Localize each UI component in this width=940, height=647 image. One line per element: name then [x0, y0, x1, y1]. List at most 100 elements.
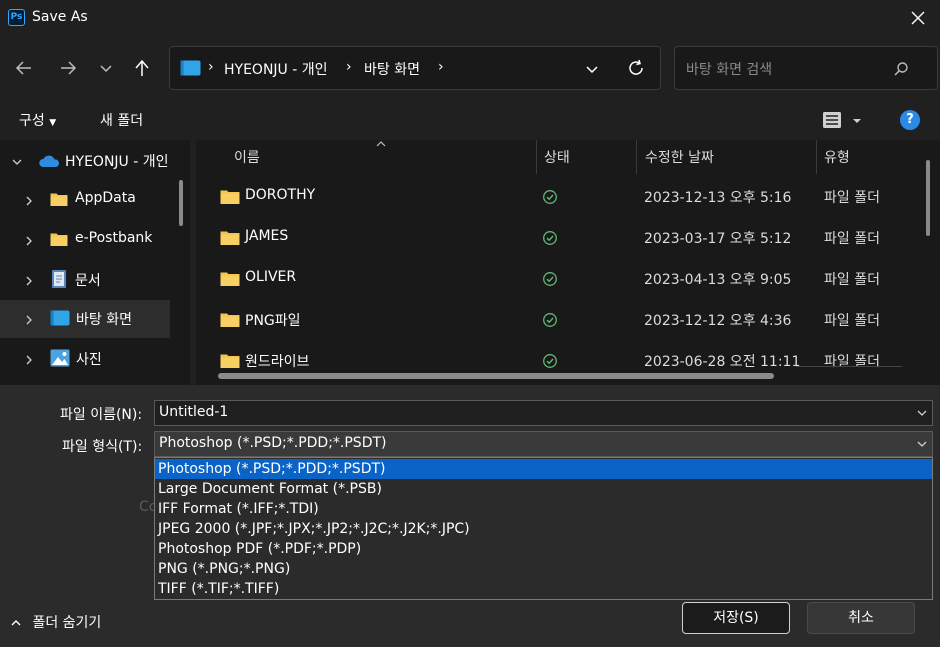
filetype-select[interactable]: Photoshop (*.PSD;*.PDD;*.PSDT) — [154, 431, 933, 457]
column-header-name[interactable]: 이름 — [234, 147, 260, 167]
chevron-right-icon[interactable] — [24, 313, 34, 325]
desktop-icon — [50, 310, 70, 326]
nav-item-label: e-Postbank — [75, 230, 153, 246]
filetype-option[interactable]: JPEG 2000 (*.JPF;*.JPX;*.JP2;*.J2C;*.J2K… — [155, 519, 932, 539]
chevron-right-icon[interactable] — [24, 353, 34, 365]
breadcrumb-desktop[interactable]: 바탕 화면 — [364, 59, 420, 79]
file-row[interactable]: DOROTHY 2023-12-13 오후 5:16 파일 폴더 — [196, 177, 916, 218]
nav-item-label: HYEONJU - 개인 — [65, 154, 169, 170]
filename-label: 파일 이름(N): — [60, 407, 143, 423]
filetype-option[interactable]: PNG (*.PNG;*.PNG) — [155, 559, 932, 579]
folder-icon — [50, 231, 68, 247]
nav-item-desktop[interactable]: 바탕 화면 — [0, 300, 170, 338]
chevron-right-icon[interactable] — [24, 274, 34, 286]
file-list: 이름 상태 수정한 날짜 유형 DOROTHY 2023-12-13 오후 5:… — [196, 140, 940, 385]
breadcrumb-onedrive[interactable]: HYEONJU - 개인 — [224, 59, 328, 79]
search-icon[interactable] — [893, 61, 909, 81]
recent-locations-chevron-icon[interactable] — [92, 54, 120, 82]
save-button[interactable]: 저장(S) — [682, 602, 790, 634]
file-row[interactable]: OLIVER 2023-04-13 오후 9:05 파일 폴더 — [196, 259, 916, 300]
filename-value[interactable]: Untitled-1 — [159, 404, 228, 420]
command-bar: 구성 ▼ 새 폴더 ? — [0, 100, 940, 140]
synced-check-icon — [543, 354, 557, 368]
search-box[interactable]: 바탕 화면 검색 — [674, 46, 938, 90]
file-name: 원드라이브 — [245, 354, 310, 370]
folder-icon — [220, 230, 240, 246]
chevron-down-icon[interactable] — [916, 407, 928, 423]
file-list-horizontal-scrollbar[interactable] — [218, 373, 774, 379]
forward-arrow-icon[interactable] — [54, 54, 82, 82]
navigation-bar: › HYEONJU - 개인 › 바탕 화면 › 바탕 화면 검색 — [0, 36, 940, 100]
breadcrumb-separator[interactable]: › — [438, 59, 444, 75]
file-type: 파일 폴더 — [824, 313, 880, 329]
column-header-type[interactable]: 유형 — [824, 147, 850, 167]
filetype-option[interactable]: Photoshop (*.PSD;*.PDD;*.PSDT) — [155, 459, 932, 479]
file-name: OLIVER — [245, 269, 297, 285]
filetype-dropdown-list: Photoshop (*.PSD;*.PDD;*.PSDT) Large Doc… — [154, 457, 933, 600]
address-bar[interactable]: › HYEONJU - 개인 › 바탕 화면 › — [169, 46, 661, 90]
file-date: 2023-12-12 오후 4:36 — [644, 313, 792, 329]
file-date: 2023-04-13 오후 9:05 — [644, 272, 792, 288]
filetype-option[interactable]: Large Document Format (*.PSB) — [155, 479, 932, 499]
nav-item-appdata[interactable]: AppData — [0, 181, 170, 219]
filetype-label: 파일 형식(T): — [62, 439, 143, 455]
column-header-date[interactable]: 수정한 날짜 — [645, 147, 714, 167]
nav-item-onedrive[interactable]: HYEONJU - 개인 — [0, 142, 170, 180]
address-history-chevron-icon[interactable] — [584, 61, 600, 81]
chevron-down-icon[interactable] — [916, 438, 928, 454]
navigation-pane: HYEONJU - 개인 AppData e-Postbank 문서 바탕 화면… — [0, 140, 190, 385]
file-name: PNG파일 — [245, 313, 301, 329]
file-type: 파일 폴더 — [824, 272, 880, 288]
back-arrow-icon[interactable] — [10, 54, 38, 82]
column-header-status[interactable]: 상태 — [544, 147, 570, 167]
file-name: DOROTHY — [245, 187, 316, 203]
file-type: 파일 폴더 — [824, 190, 880, 206]
cancel-button[interactable]: 취소 — [807, 602, 915, 634]
organize-button[interactable]: 구성 ▼ — [19, 110, 56, 130]
nav-item-epostbank[interactable]: e-Postbank — [0, 221, 170, 259]
file-name: JAMES — [245, 228, 289, 244]
filename-input[interactable]: Untitled-1 — [154, 400, 933, 426]
filetype-option[interactable]: TIFF (*.TIF;*.TIFF) — [155, 579, 932, 599]
synced-check-icon — [543, 190, 557, 204]
nav-item-pictures[interactable]: 사진 — [0, 340, 170, 378]
photoshop-app-icon: Ps — [8, 9, 25, 26]
close-icon[interactable] — [906, 6, 930, 30]
file-row[interactable]: PNG파일 2023-12-12 오후 4:36 파일 폴더 — [196, 300, 916, 341]
chevron-down-icon[interactable] — [12, 155, 22, 165]
filetype-option[interactable]: Photoshop PDF (*.PDF;*.PDP) — [155, 539, 932, 559]
filetype-option[interactable]: IFF Format (*.IFF;*.TDI) — [155, 499, 932, 519]
help-icon[interactable]: ? — [900, 110, 920, 130]
new-folder-button[interactable]: 새 폴더 — [100, 110, 143, 130]
file-date: 2023-12-13 오후 5:16 — [644, 190, 792, 206]
file-type: 파일 폴더 — [824, 231, 880, 247]
breadcrumb-separator[interactable]: › — [346, 59, 352, 75]
file-list-vertical-scrollbar[interactable] — [926, 160, 930, 236]
nav-item-label: 바탕 화면 — [76, 312, 132, 328]
folder-icon — [50, 191, 68, 207]
filetype-value: Photoshop (*.PSD;*.PDD;*.PSDT) — [159, 435, 387, 451]
file-row[interactable]: JAMES 2023-03-17 오후 5:12 파일 폴더 — [196, 218, 916, 259]
chevron-right-icon[interactable] — [24, 194, 34, 206]
onedrive-cloud-icon — [38, 154, 60, 170]
refresh-icon[interactable] — [626, 58, 646, 82]
nav-pane-scrollbar[interactable] — [179, 180, 183, 226]
sort-ascending-icon — [376, 141, 386, 147]
column-divider[interactable] — [636, 140, 637, 174]
synced-check-icon — [543, 313, 557, 327]
desktop-folder-icon — [180, 60, 201, 76]
nav-item-documents[interactable]: 문서 — [0, 261, 170, 299]
chevron-right-icon[interactable] — [24, 234, 34, 246]
pictures-icon — [50, 349, 70, 367]
search-input[interactable]: 바탕 화면 검색 — [686, 59, 772, 79]
up-arrow-icon[interactable] — [128, 54, 156, 82]
view-options-caret-icon[interactable] — [852, 114, 862, 130]
file-date: 2023-06-28 오전 11:11 — [644, 354, 801, 370]
column-divider[interactable] — [816, 140, 817, 174]
nav-item-label: 사진 — [76, 352, 102, 368]
view-details-icon[interactable] — [822, 110, 842, 134]
column-divider[interactable] — [536, 140, 537, 174]
hide-folders-toggle[interactable]: 폴더 숨기기 — [10, 612, 101, 632]
folder-icon — [220, 312, 240, 328]
nav-item-label: AppData — [75, 190, 136, 206]
